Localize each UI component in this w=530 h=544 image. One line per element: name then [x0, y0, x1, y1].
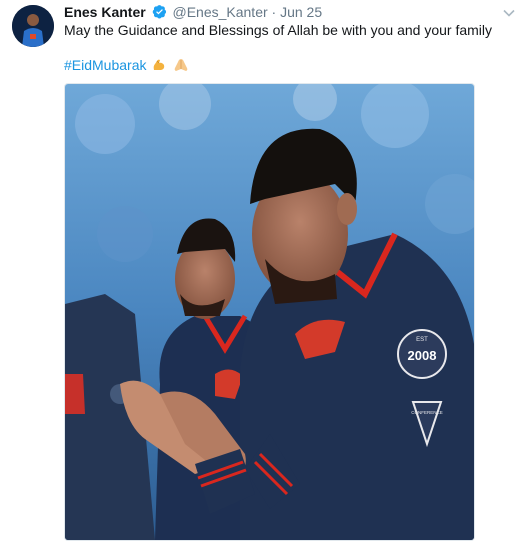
avatar-photo: [12, 5, 54, 47]
hashtag-link[interactable]: #EidMubarak: [64, 57, 147, 73]
handle[interactable]: @Enes_Kanter: [172, 4, 267, 20]
chevron-down-icon[interactable]: [502, 6, 516, 20]
tweet-date[interactable]: Jun 25: [280, 4, 322, 20]
display-name[interactable]: Enes Kanter: [64, 4, 146, 20]
patch-small-text: EST: [416, 337, 428, 343]
separator: ·: [271, 4, 277, 20]
tweet-text: May the Guidance and Blessings of Allah …: [64, 22, 493, 38]
muscle-emoji-icon: [151, 57, 167, 77]
tweet-photo[interactable]: EST 2008 CONFERENCE: [64, 83, 475, 541]
chevron-patch-text: CONFERENCE: [411, 410, 443, 415]
tweet-header: Enes Kanter @Enes_Kanter · Jun 25: [64, 3, 322, 23]
patch-year-text: 2008: [408, 348, 437, 363]
hashtag-line: #EidMubarak: [64, 56, 190, 77]
tweet: Enes Kanter @Enes_Kanter · Jun 25 May th…: [0, 0, 530, 544]
avatar[interactable]: [12, 5, 54, 47]
folded-hands-emoji-icon: [172, 57, 190, 77]
players-praying-image: EST 2008 CONFERENCE: [65, 84, 474, 540]
